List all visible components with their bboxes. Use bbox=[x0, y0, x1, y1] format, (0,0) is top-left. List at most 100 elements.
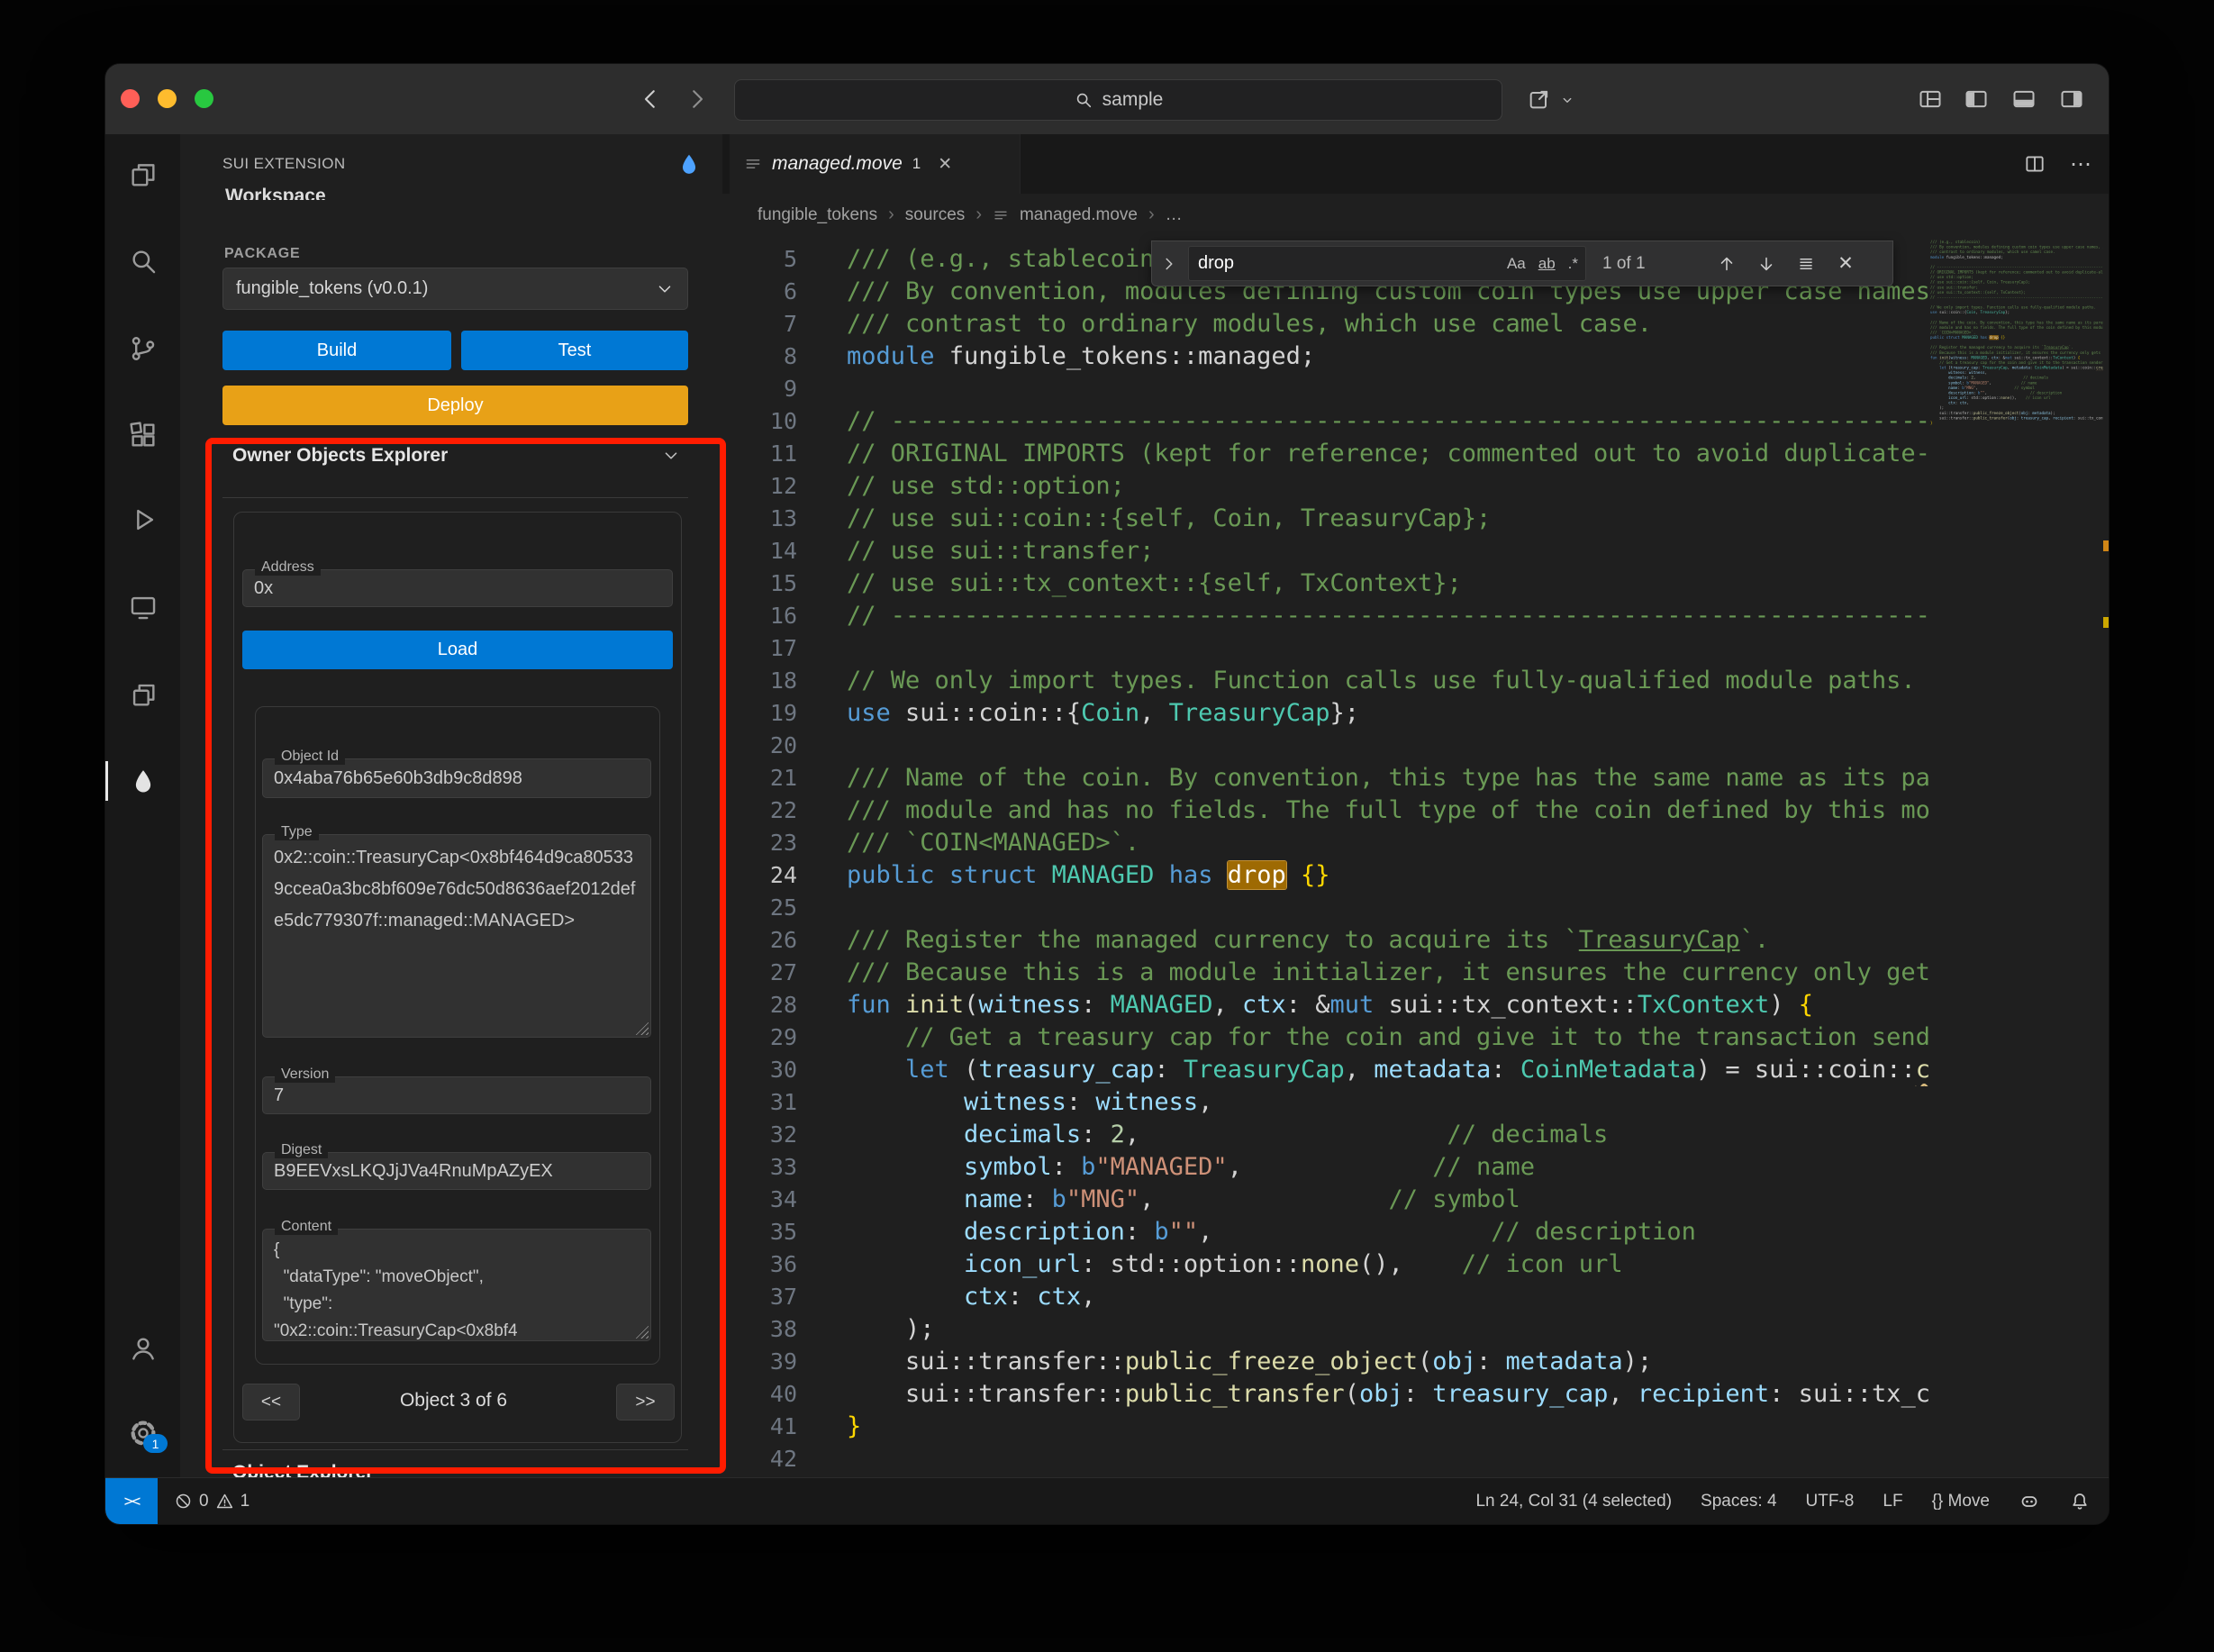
toggle-panel-icon[interactable] bbox=[2011, 86, 2037, 116]
build-button[interactable]: Build bbox=[222, 331, 451, 370]
package-select[interactable]: fungible_tokens (v0.0.1) bbox=[222, 268, 688, 310]
code-line[interactable]: sui::transfer::public_transfer(obj: trea… bbox=[1930, 415, 2103, 421]
code-line[interactable]: /// Register the managed currency to acq… bbox=[847, 924, 1930, 957]
code-line[interactable]: icon_url: std::option::none(), // icon u… bbox=[847, 1248, 1930, 1281]
code-line[interactable]: // use std::option; bbox=[847, 470, 1930, 503]
breadcrumb-item[interactable]: fungible_tokens bbox=[758, 205, 877, 225]
minimize-window-button[interactable] bbox=[158, 89, 177, 108]
regex-icon[interactable]: .* bbox=[1568, 255, 1578, 273]
source-control-icon[interactable] bbox=[105, 327, 180, 370]
code-line[interactable]: ctx: ctx, bbox=[847, 1281, 1930, 1313]
references-icon[interactable] bbox=[105, 673, 180, 716]
code-line[interactable]: decimals: 2, // decimals bbox=[847, 1119, 1930, 1151]
code-line[interactable] bbox=[847, 373, 1930, 405]
code-line[interactable]: public struct MANAGED has drop {} bbox=[847, 859, 1930, 892]
code-line[interactable]: } bbox=[847, 1411, 1930, 1443]
breadcrumb-item[interactable]: … bbox=[1166, 205, 1183, 225]
toggle-sidebar-left-icon[interactable] bbox=[1964, 86, 1989, 116]
workspace-section-header[interactable]: Workspace bbox=[225, 185, 326, 200]
code-line[interactable]: sui::transfer::public_transfer(obj: trea… bbox=[847, 1378, 1930, 1411]
deploy-button[interactable]: Deploy bbox=[222, 386, 688, 425]
close-window-button[interactable] bbox=[121, 89, 140, 108]
copilot-icon[interactable] bbox=[2019, 1491, 2040, 1512]
eol-status[interactable]: LF bbox=[1883, 1492, 1902, 1511]
previous-match-icon[interactable] bbox=[1710, 248, 1743, 280]
close-tab-icon[interactable]: ✕ bbox=[938, 154, 952, 175]
search-icon[interactable] bbox=[105, 240, 180, 283]
load-button[interactable]: Load bbox=[242, 631, 673, 669]
code-line[interactable]: fun init(witness: MANAGED, ctx: &mut sui… bbox=[847, 989, 1930, 1021]
test-button[interactable]: Test bbox=[461, 331, 688, 370]
code-line[interactable]: /// Because this is a module initializer… bbox=[847, 957, 1930, 989]
owner-objects-section-header[interactable]: Owner Objects Explorer bbox=[232, 445, 681, 467]
object-explorer-section-header[interactable]: Object Explorer bbox=[232, 1462, 681, 1478]
toggle-sidebar-right-icon[interactable] bbox=[2059, 86, 2084, 116]
code-line[interactable]: use sui::coin::{Coin, TreasuryCap}; bbox=[847, 697, 1930, 730]
explorer-icon[interactable] bbox=[105, 153, 180, 196]
back-arrow-icon[interactable] bbox=[637, 86, 664, 113]
code-line[interactable]: // use sui::transfer; bbox=[847, 535, 1930, 567]
new-window-icon[interactable] bbox=[1527, 86, 1552, 116]
code-line[interactable] bbox=[1930, 425, 2103, 431]
next-match-icon[interactable] bbox=[1750, 248, 1783, 280]
code-line[interactable]: description: b"", // description bbox=[847, 1216, 1930, 1248]
editor-actions-more-icon[interactable]: ⋯ bbox=[2070, 151, 2092, 177]
breadcrumb-item[interactable]: sources bbox=[905, 205, 966, 225]
split-editor-icon[interactable] bbox=[2023, 152, 2046, 176]
code-line[interactable]: // -------------------------------------… bbox=[847, 600, 1930, 632]
code-line[interactable] bbox=[847, 730, 1930, 762]
minimap[interactable]: /// (e.g., stablecoin)/// By convention,… bbox=[1930, 240, 2103, 1478]
code-line[interactable]: name: b"MNG", // symbol bbox=[847, 1184, 1930, 1216]
cursor-position[interactable]: Ln 24, Col 31 (4 selected) bbox=[1475, 1492, 1672, 1511]
code-line[interactable]: ); bbox=[847, 1313, 1930, 1346]
code-line[interactable]: symbol: b"MANAGED", // name bbox=[847, 1151, 1930, 1184]
code-line[interactable] bbox=[847, 632, 1930, 665]
code-line[interactable]: module fungible_tokens::managed; bbox=[847, 340, 1930, 373]
code-line[interactable] bbox=[847, 892, 1930, 924]
problems-indicator[interactable]: 0 1 bbox=[174, 1492, 250, 1511]
toggle-replace-chevron-icon[interactable] bbox=[1159, 254, 1181, 274]
match-case-icon[interactable]: Aa bbox=[1507, 255, 1526, 273]
zoom-window-button[interactable] bbox=[195, 89, 213, 108]
code-line[interactable]: // ORIGINAL IMPORTS (kept for reference;… bbox=[847, 438, 1930, 470]
command-center-search[interactable]: sample bbox=[734, 79, 1502, 121]
indentation-status[interactable]: Spaces: 4 bbox=[1701, 1492, 1777, 1511]
code-line[interactable]: /// contrast to ordinary modules, which … bbox=[847, 308, 1930, 340]
remote-indicator[interactable]: >< bbox=[105, 1478, 158, 1524]
tab-managed-move[interactable]: managed.move 1 ✕ bbox=[730, 134, 1021, 194]
encoding-status[interactable]: UTF-8 bbox=[1806, 1492, 1855, 1511]
code-line[interactable]: /// module and has no fields. The full t… bbox=[847, 794, 1930, 827]
settings-gear-icon[interactable]: 1 bbox=[105, 1411, 180, 1455]
whole-word-icon[interactable]: ab bbox=[1538, 255, 1556, 273]
customize-layout-icon[interactable] bbox=[1918, 86, 1943, 116]
forward-arrow-icon[interactable] bbox=[684, 86, 711, 113]
find-input[interactable] bbox=[1189, 253, 1477, 274]
code-line[interactable]: // -------------------------------------… bbox=[847, 405, 1930, 438]
code-line[interactable]: // use sui::coin::{self, Coin, TreasuryC… bbox=[847, 503, 1930, 535]
sui-extension-icon[interactable] bbox=[105, 759, 180, 803]
code-line[interactable]: // Get a treasury cap for the coin and g… bbox=[847, 1021, 1930, 1054]
run-debug-icon[interactable] bbox=[105, 498, 180, 541]
code-line[interactable]: // use sui::tx_context::{self, TxContext… bbox=[847, 567, 1930, 600]
find-in-selection-icon[interactable]: ≣ bbox=[1790, 248, 1822, 280]
type-textarea[interactable]: 0x2::coin::TreasuryCap<0x8bf464d9ca80533… bbox=[262, 834, 651, 1038]
language-mode[interactable]: {} Move bbox=[1932, 1492, 1990, 1511]
chevron-down-icon[interactable] bbox=[1559, 92, 1575, 113]
code-line[interactable]: /// `COIN<MANAGED>`. bbox=[847, 827, 1930, 859]
extensions-icon[interactable] bbox=[105, 413, 180, 457]
notifications-bell-icon[interactable] bbox=[2069, 1491, 2091, 1512]
next-object-button[interactable]: >> bbox=[616, 1384, 675, 1421]
code-line[interactable]: witness: witness, bbox=[847, 1086, 1930, 1119]
code-line[interactable]: // We only import types. Function calls … bbox=[847, 665, 1930, 697]
code-line[interactable]: let (treasury_cap: TreasuryCap, metadata… bbox=[847, 1054, 1930, 1086]
close-find-widget-icon[interactable]: ✕ bbox=[1829, 248, 1862, 280]
code-line[interactable] bbox=[847, 1443, 1930, 1475]
content-textarea[interactable]: { "dataType": "moveObject", "type": "0x2… bbox=[262, 1229, 651, 1341]
code-line[interactable]: /// Name of the coin. By convention, thi… bbox=[847, 762, 1930, 794]
remote-explorer-icon[interactable] bbox=[105, 585, 180, 629]
breadcrumb-item[interactable]: managed.move bbox=[1020, 205, 1138, 225]
code-line[interactable]: sui::transfer::public_freeze_object(obj:… bbox=[847, 1346, 1930, 1378]
accounts-icon[interactable] bbox=[105, 1327, 180, 1370]
code-editor[interactable]: 5678910111213141516171819202122232425262… bbox=[722, 236, 2109, 1478]
code-line[interactable]: // -------------------------------------… bbox=[1930, 295, 2103, 300]
